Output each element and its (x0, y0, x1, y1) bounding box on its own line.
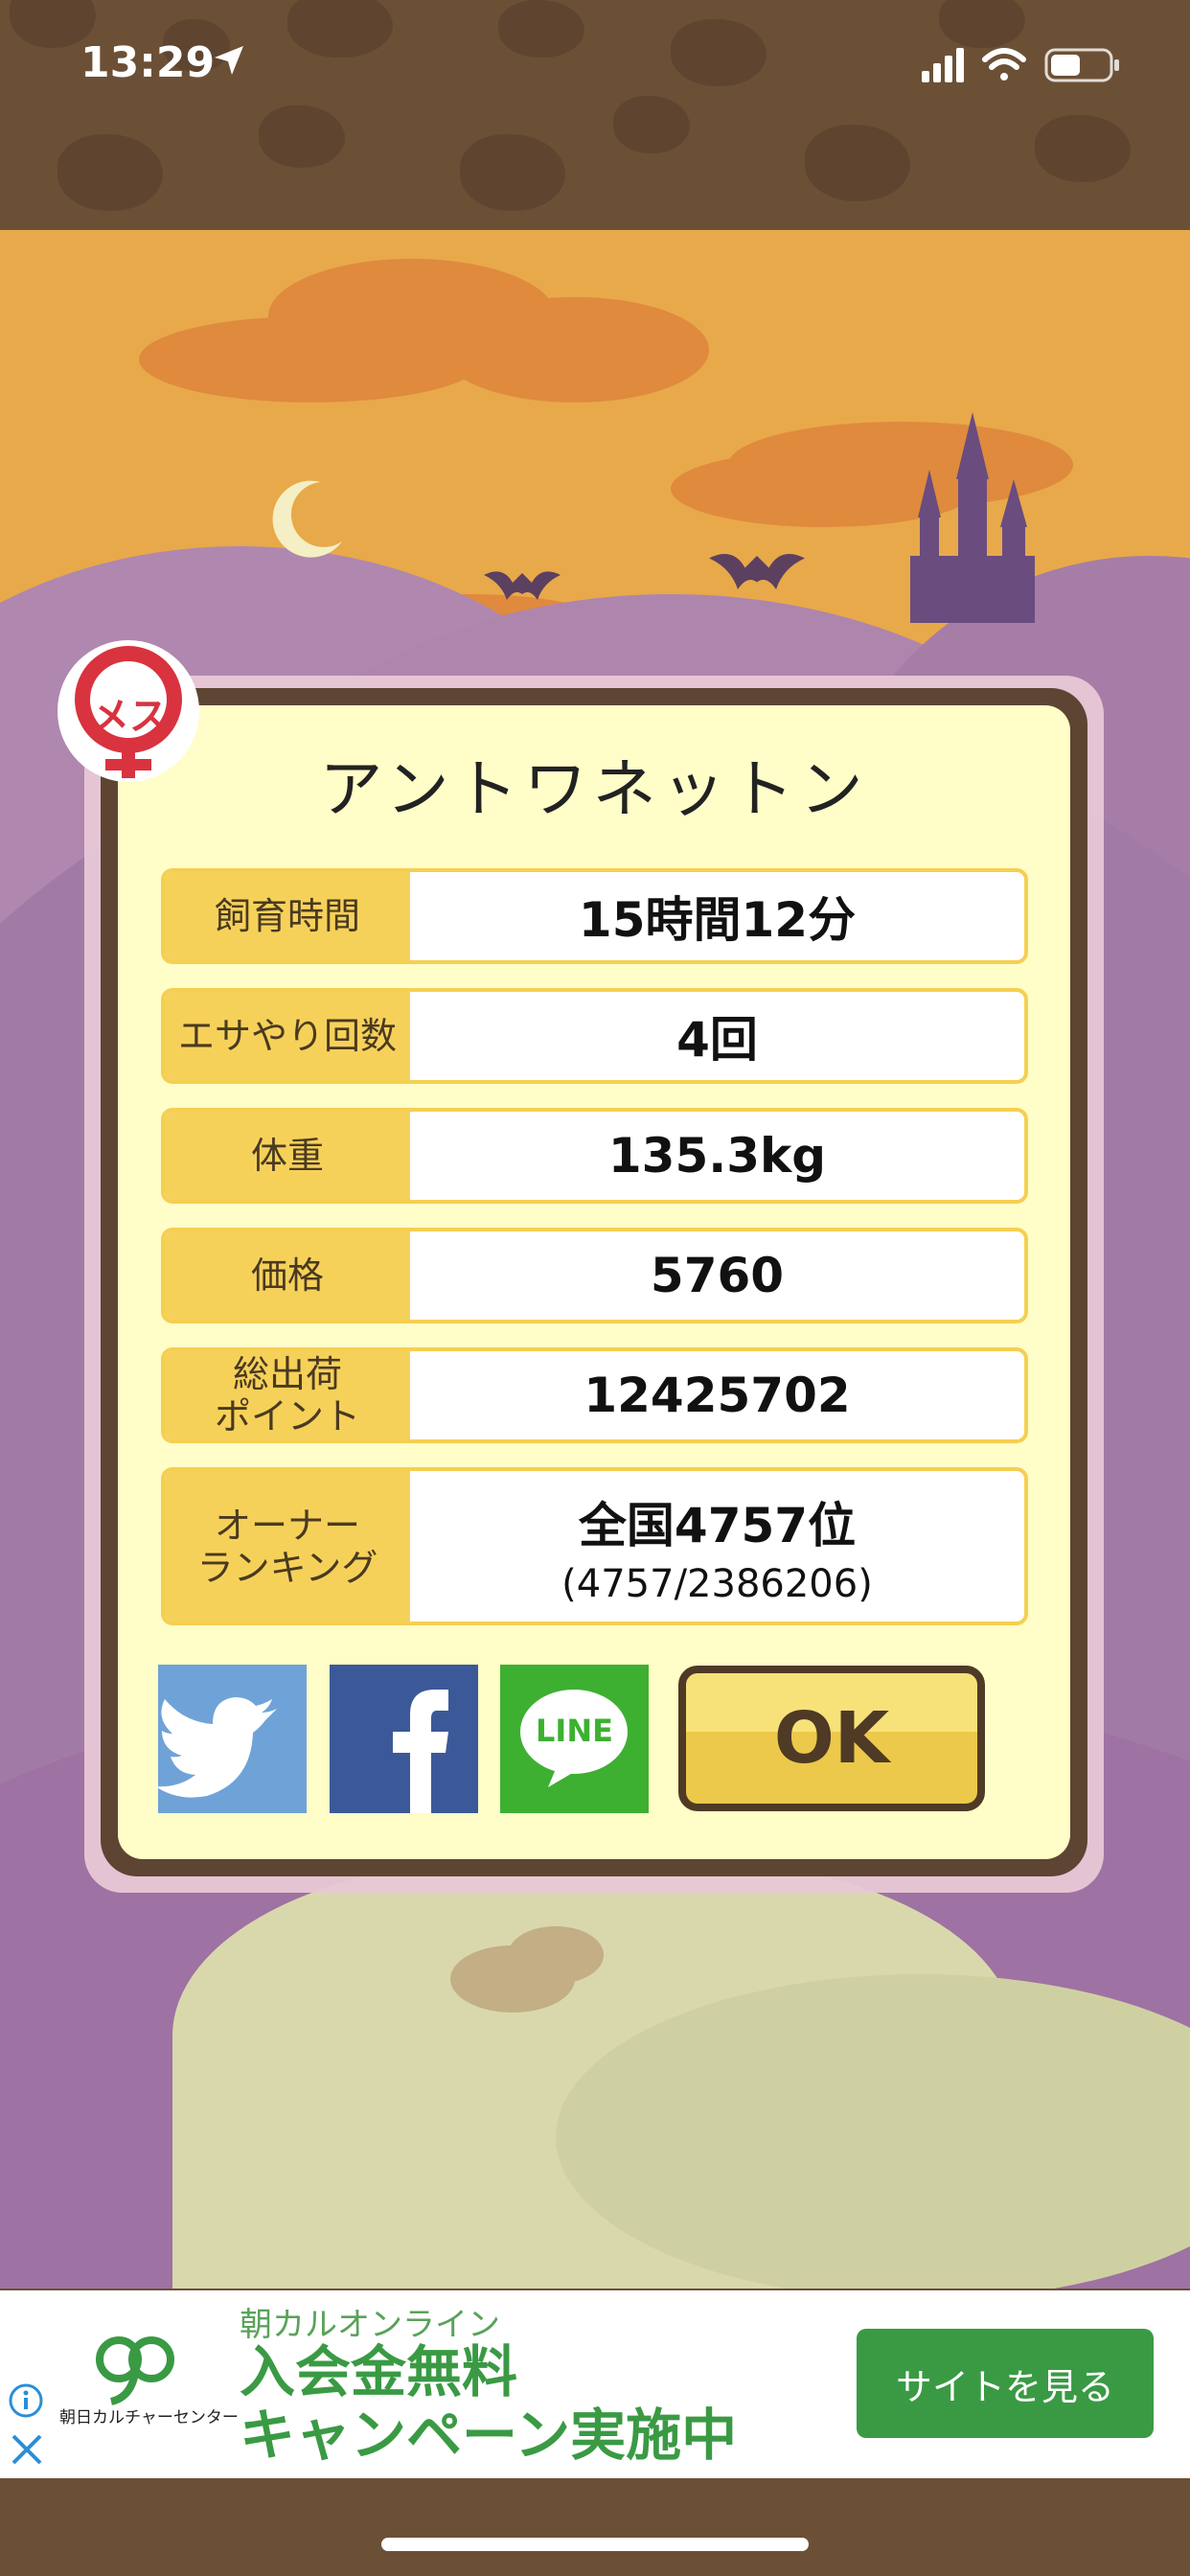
bat-icon (484, 565, 561, 608)
ad-brand: 朝日カルチャーセンター (59, 2408, 239, 2427)
stat-row-price: 価格 5760 (161, 1228, 1028, 1323)
signal-icon (922, 48, 964, 82)
stat-label: オーナー ランキング (165, 1471, 410, 1622)
ad-headline: 入会金無料 キャンペーン実施中 (240, 2339, 738, 2468)
ad-info-icon[interactable] (8, 2382, 44, 2423)
stat-row-breeding-time: 飼育時間 15時間12分 (161, 868, 1028, 964)
twitter-share-button[interactable] (155, 1665, 307, 1813)
stat-label: 体重 (165, 1112, 410, 1200)
battery-icon (1044, 48, 1119, 82)
stat-value: 12425702 (584, 1368, 851, 1423)
ad-subtitle: 朝カルオンライン (240, 2306, 500, 2344)
stat-label: 総出荷 ポイント (165, 1351, 410, 1439)
facebook-icon (393, 1690, 448, 1813)
ad-close-icon[interactable] (10, 2432, 44, 2471)
stat-value: 5760 (650, 1248, 785, 1303)
ad-visit-site-button[interactable]: サイトを見る (857, 2329, 1154, 2438)
stat-value: 15時間12分 (578, 892, 857, 948)
stat-row-feed-count: エサやり回数 4回 (161, 988, 1028, 1084)
stat-label: 飼育時間 (165, 872, 410, 960)
ranking-detail: (4757/2386206) (561, 1561, 873, 1606)
home-indicator[interactable] (381, 2538, 809, 2551)
pig-name: アントワネットン (319, 752, 869, 826)
twitter-icon (155, 1697, 277, 1798)
wifi-icon (982, 48, 1026, 80)
stat-row-weight: 体重 135.3kg (161, 1108, 1028, 1204)
ad-logo-icon (92, 2329, 178, 2409)
stat-row-shipping-points: 総出荷 ポイント 12425702 (161, 1347, 1028, 1443)
stat-row-owner-ranking: オーナー ランキング 全国4757位 (4757/2386206) (161, 1467, 1028, 1625)
ok-button[interactable]: OK (678, 1666, 985, 1811)
stat-label: 価格 (165, 1231, 410, 1320)
bat-icon (709, 546, 805, 598)
line-label: LINE (536, 1713, 613, 1749)
top-background (0, 0, 1190, 230)
ranking-value: 全国4757位 (578, 1497, 857, 1553)
location-arrow-icon (213, 44, 245, 80)
moon-icon (263, 474, 350, 564)
bottom-background (0, 2478, 1190, 2576)
female-badge-label: メス (91, 695, 168, 739)
line-share-button[interactable]: LINE (500, 1665, 649, 1813)
stat-value: 全国4757位 (4757/2386206) (410, 1471, 1024, 1622)
status-time: 13:29 (80, 38, 216, 87)
status-icons (922, 44, 1133, 90)
stat-value: 135.3kg (607, 1128, 827, 1184)
stat-value: 4回 (676, 1012, 758, 1068)
stat-label: エサやり回数 (165, 992, 410, 1080)
castle-icon (901, 412, 1044, 627)
facebook-share-button[interactable] (330, 1665, 478, 1813)
